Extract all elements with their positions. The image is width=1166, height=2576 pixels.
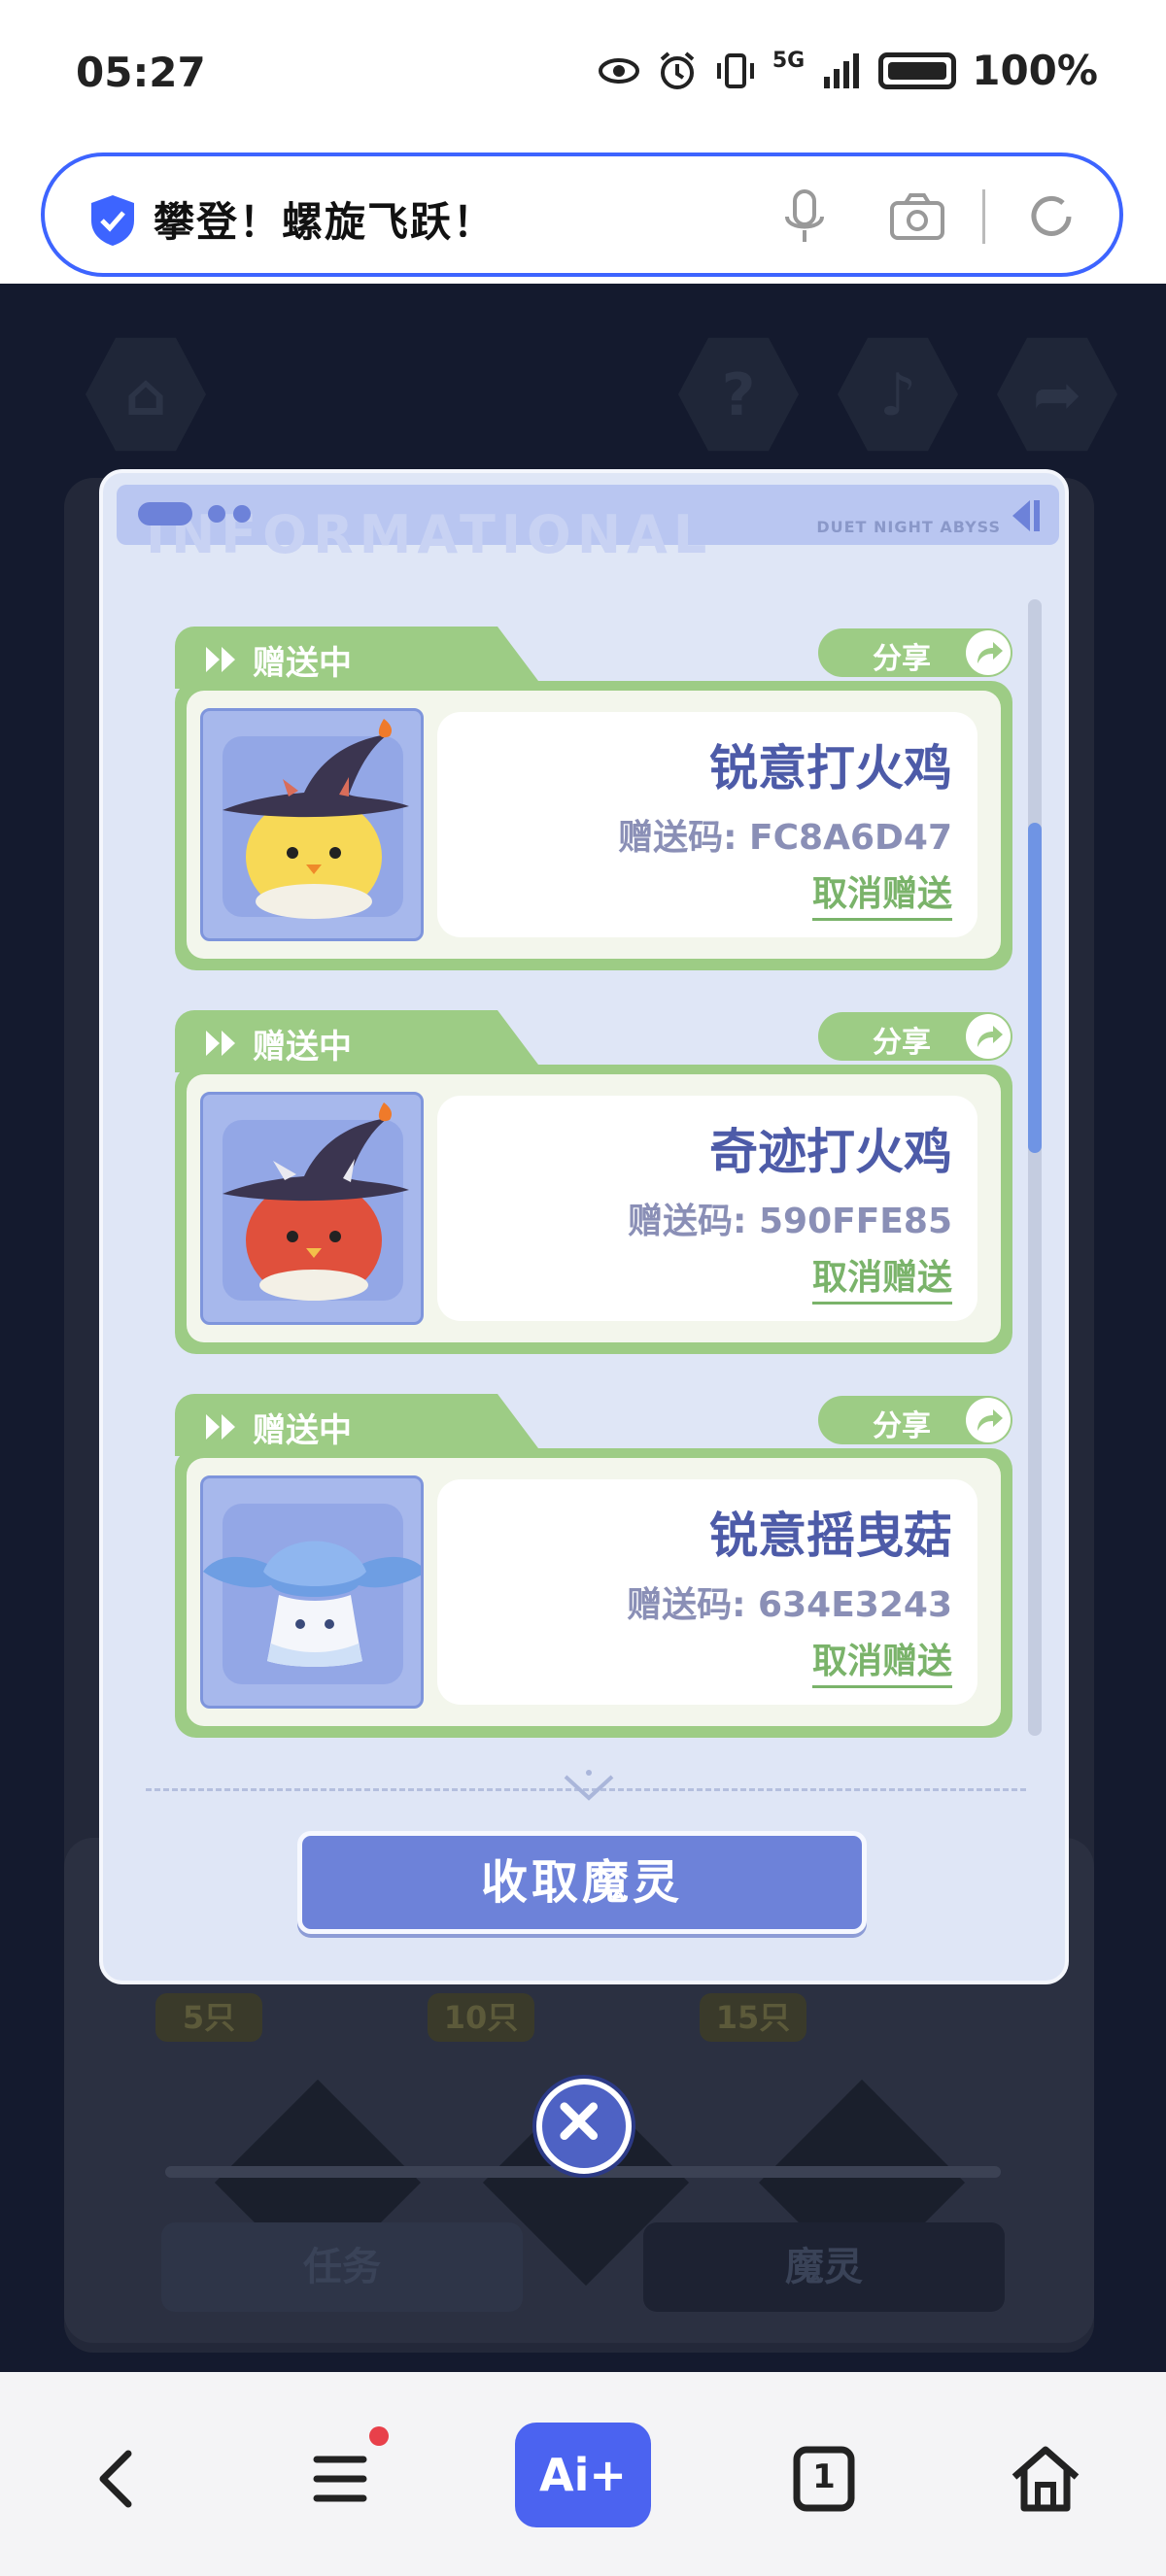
battery-percent: 100% — [972, 47, 1098, 94]
header-pill — [138, 502, 192, 525]
fast-forward-icon — [206, 1414, 235, 1440]
back-icon[interactable] — [68, 2430, 165, 2527]
header-dot — [233, 505, 251, 523]
card-status: 赠送中 — [253, 644, 352, 683]
card-status-tab: 赠送中 — [175, 627, 505, 689]
help-button[interactable]: ? — [678, 337, 799, 452]
close-icon[interactable] — [536, 2079, 632, 2174]
creature-thumbnail — [200, 1092, 424, 1325]
battery-icon — [878, 51, 957, 89]
gift-card: 赠送中 分享 — [175, 627, 1012, 970]
collapse-icon[interactable] — [1009, 498, 1042, 533]
music-icon: ♪ — [878, 361, 917, 429]
share-arrow-icon — [966, 1398, 1011, 1442]
card-inner: 锐意摇曳菇 赠送码: 634E3243 取消赠送 — [187, 1458, 1001, 1726]
home-icon[interactable] — [997, 2430, 1094, 2527]
creature-thumbnail — [200, 708, 424, 941]
network-type: 5G — [772, 49, 806, 73]
modal-header: INFORMATIONAL DUET NIGHT ABYSS — [117, 485, 1059, 565]
spirits-label: 魔灵 — [785, 2245, 863, 2289]
collect-spirits-button[interactable]: 收取魔灵 — [297, 1831, 867, 1934]
cancel-gift-link[interactable]: 取消赠送 — [811, 865, 952, 921]
gift-code: 赠送码: FC8A6D47 — [618, 818, 952, 858]
card-body: 锐意打火鸡 赠送码: FC8A6D47 取消赠送 — [175, 681, 1012, 970]
card-info: 奇迹打火鸡 赠送码: 590FFE85 取消赠送 — [437, 1096, 977, 1321]
header-ghost-text: INFORMATIONAL — [146, 504, 713, 565]
share-arrow-icon — [966, 630, 1011, 675]
share-label: 分享 — [873, 642, 931, 676]
tab-count: 1 — [812, 2457, 836, 2496]
card-status-tab: 赠送中 — [175, 1010, 505, 1072]
header-dot — [208, 505, 225, 523]
camera-icon[interactable] — [888, 189, 946, 244]
cancel-gift-link[interactable]: 取消赠送 — [811, 1633, 952, 1688]
reload-icon[interactable] — [1024, 189, 1079, 244]
bottom-navigation: Ai+ 1 — [0, 2372, 1166, 2576]
address-divider — [982, 189, 985, 244]
eye-icon — [598, 57, 639, 84]
gift-card: 赠送中 分享 锐意摇曳菇 赠送码: 634E3243 取消赠送 — [175, 1394, 1012, 1738]
card-inner: 锐意打火鸡 赠送码: FC8A6D47 取消赠送 — [187, 691, 1001, 959]
address-bar[interactable]: 攀登！螺旋飞跃！ — [41, 153, 1123, 277]
vibrate-icon — [716, 52, 754, 88]
chevron-down-icon — [564, 1770, 614, 1801]
page-title: 攀登！螺旋飞跃！ — [154, 198, 497, 246]
card-body: 奇迹打火鸡 赠送码: 590FFE85 取消赠送 — [175, 1065, 1012, 1354]
modal-scrollbar[interactable] — [1028, 599, 1042, 1736]
status-icons: 5G 100% — [598, 47, 1098, 94]
shield-icon — [91, 195, 134, 246]
notification-dot — [369, 2426, 389, 2446]
spirits-button[interactable]: 魔灵 — [643, 2222, 1005, 2312]
share-arrow-icon — [966, 1014, 1011, 1059]
fast-forward-icon — [206, 1031, 235, 1056]
header-brand: DUET NIGHT ABYSS — [816, 518, 1001, 536]
blue-mushroom-image — [203, 1541, 421, 1667]
status-time: 05:27 — [76, 49, 206, 96]
cancel-gift-link[interactable]: 取消赠送 — [811, 1249, 952, 1305]
share-label: 分享 — [873, 1409, 931, 1443]
creature-name: 锐意打火鸡 — [709, 740, 952, 797]
alarm-icon — [660, 51, 695, 89]
music-button[interactable]: ♪ — [838, 337, 958, 452]
share-button[interactable]: 分享 — [818, 628, 1012, 677]
signal-icon — [824, 52, 860, 88]
card-info: 锐意打火鸡 赠送码: FC8A6D47 取消赠送 — [437, 712, 977, 937]
help-icon: ? — [721, 361, 756, 429]
red-chick-witch-hat-image — [223, 1102, 409, 1301]
microphone-icon[interactable] — [783, 187, 826, 248]
card-status: 赠送中 — [253, 1411, 352, 1450]
share-button[interactable]: 分享 — [818, 1012, 1012, 1061]
creature-name: 奇迹打火鸡 — [709, 1124, 952, 1180]
share-label: 分享 — [873, 1026, 931, 1060]
tasks-button[interactable]: 任务 — [161, 2222, 523, 2312]
tabs-button[interactable]: 1 — [775, 2430, 873, 2527]
ai-assistant-button[interactable]: Ai+ — [515, 2423, 651, 2527]
card-inner: 奇迹打火鸡 赠送码: 590FFE85 取消赠送 — [187, 1074, 1001, 1342]
milestone-badge: 5只 — [155, 1993, 262, 2042]
gift-code: 赠送码: 634E3243 — [627, 1585, 952, 1625]
card-info: 锐意摇曳菇 赠送码: 634E3243 取消赠送 — [437, 1479, 977, 1705]
tasks-label: 任务 — [303, 2245, 381, 2289]
creature-thumbnail — [200, 1475, 424, 1709]
share-icon: ➦ — [1032, 361, 1082, 429]
creature-name: 锐意摇曳菇 — [709, 1508, 952, 1564]
scrollbar-thumb[interactable] — [1028, 823, 1042, 1153]
gift-code: 赠送码: 590FFE85 — [628, 1202, 952, 1241]
home-button[interactable]: ⌂ — [86, 337, 206, 452]
card-status-tab: 赠送中 — [175, 1394, 505, 1456]
gift-card: 赠送中 分享 — [175, 1010, 1012, 1354]
milestone-badge: 15只 — [700, 1993, 806, 2042]
status-bar: 05:27 5G 100% — [0, 0, 1166, 146]
milestone-badge: 10只 — [428, 1993, 534, 2042]
home-icon: ⌂ — [124, 361, 167, 429]
card-body: 锐意摇曳菇 赠送码: 634E3243 取消赠送 — [175, 1448, 1012, 1738]
yellow-chick-witch-hat-image — [223, 719, 409, 919]
gift-modal: INFORMATIONAL DUET NIGHT ABYSS 赠送中 分享 锐意… — [99, 469, 1069, 1984]
fast-forward-icon — [206, 647, 235, 672]
share-button[interactable]: 分享 — [818, 1396, 1012, 1444]
card-status: 赠送中 — [253, 1028, 352, 1067]
share-button[interactable]: ➦ — [997, 337, 1117, 452]
